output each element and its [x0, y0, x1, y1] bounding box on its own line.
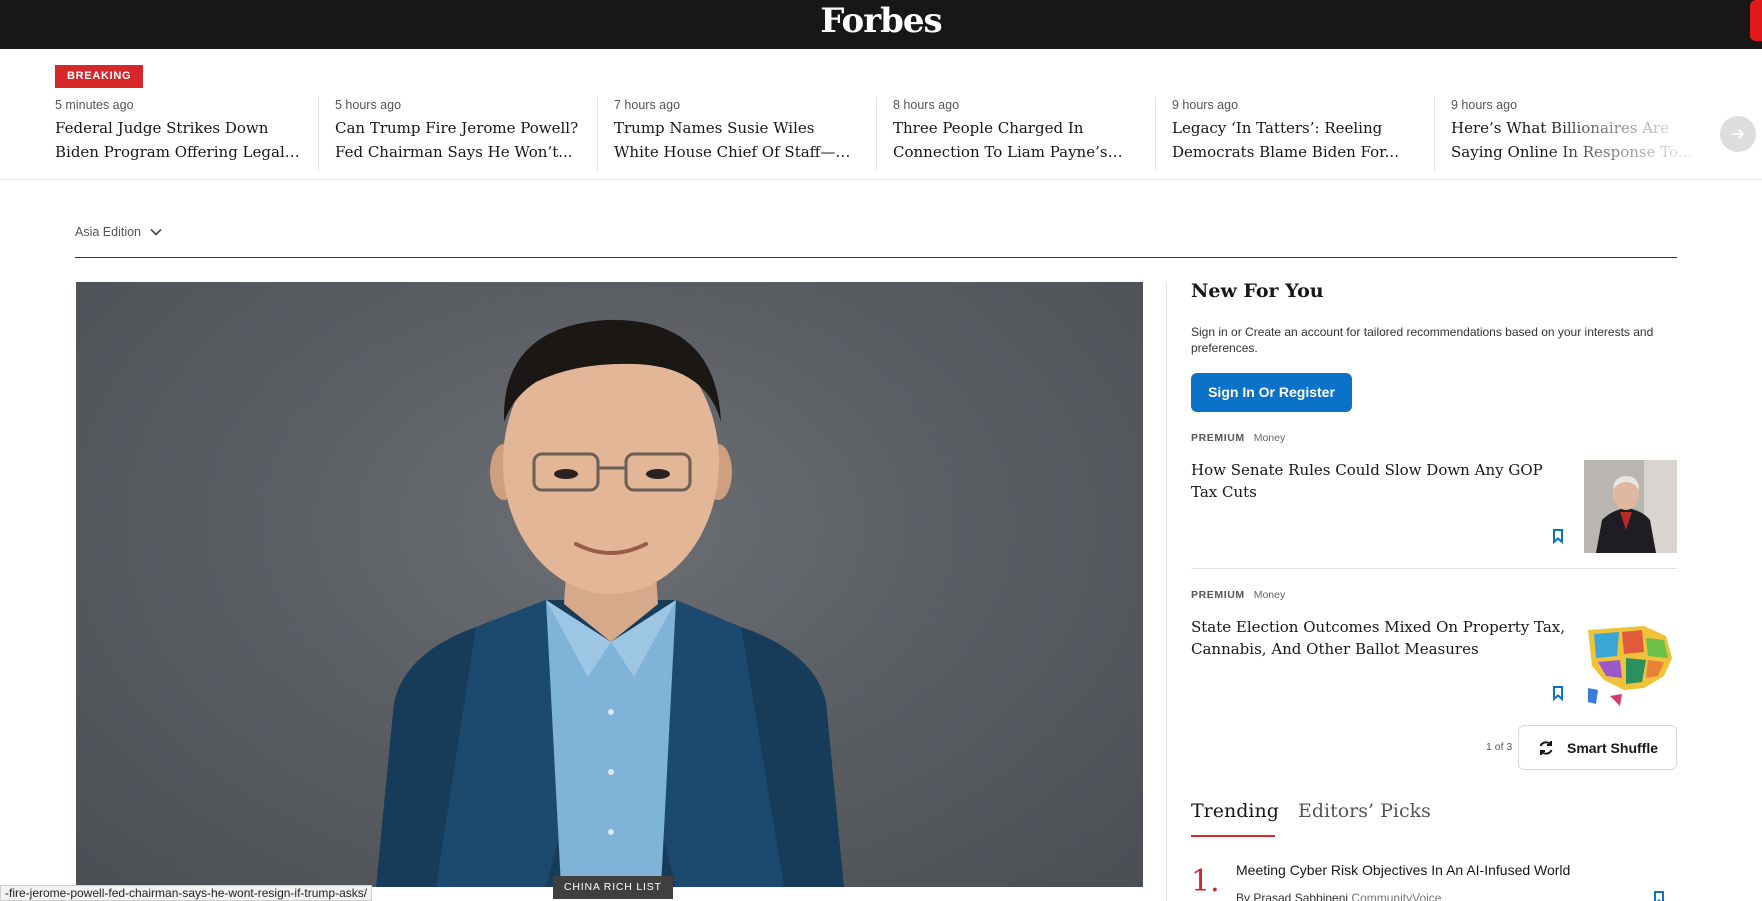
edition-selector[interactable]: Asia Edition — [75, 225, 163, 239]
edition-divider — [75, 257, 1677, 258]
trending-rank: 1. — [1191, 864, 1220, 899]
ticker-time: 7 hours ago — [614, 98, 681, 112]
recommendation-card[interactable]: PREMIUM Money How Senate Rules Could Slo… — [1191, 431, 1677, 553]
ticker-headline[interactable]: Legacy ‘In Tatters’: Reeling Democrats B… — [1172, 116, 1417, 164]
card-thumbnail[interactable] — [1584, 618, 1677, 711]
ticker-item[interactable]: 8 hours ago Three People Charged In Conn… — [876, 97, 1138, 171]
active-tab-indicator — [1191, 835, 1275, 837]
category-label[interactable]: Money — [1254, 589, 1286, 601]
sidebar-divider — [1166, 282, 1167, 901]
smart-shuffle-label: Smart Shuffle — [1566, 739, 1658, 756]
card-meta: PREMIUM Money — [1191, 431, 1677, 445]
ticker-item[interactable]: 7 hours ago Trump Names Susie Wiles Whit… — [597, 97, 859, 171]
chevron-down-icon — [150, 228, 162, 236]
card-title[interactable]: State Election Outcomes Mixed On Propert… — [1191, 616, 1571, 660]
card-meta: PREMIUM Money — [1191, 588, 1677, 602]
hero-image[interactable] — [76, 282, 1143, 887]
new-for-you-description: Sign in or Create an account for tailore… — [1191, 325, 1654, 355]
bookmark-icon[interactable] — [1652, 890, 1666, 901]
category-label[interactable]: Money — [1254, 432, 1286, 444]
ticker-item[interactable]: 9 hours ago Legacy ‘In Tatters’: Reeling… — [1155, 97, 1417, 171]
trending-author[interactable]: By Prasad Sabbineni — [1236, 891, 1348, 901]
premium-label: PREMIUM — [1191, 432, 1245, 444]
pager-text: 1 of 3 — [1486, 741, 1513, 753]
contributor-label: CommunityVoice — [1351, 891, 1442, 901]
ticker-time: 9 hours ago — [1172, 98, 1239, 112]
ticker-time: 5 hours ago — [335, 98, 402, 112]
ticker-time: 5 minutes ago — [55, 98, 134, 112]
ticker-item[interactable]: 5 hours ago Can Trump Fire Jerome Powell… — [318, 97, 580, 171]
bookmark-icon[interactable] — [1551, 685, 1565, 702]
ticker-next-button[interactable] — [1720, 116, 1756, 152]
premium-label: PREMIUM — [1191, 589, 1245, 601]
portrait-illustration — [376, 319, 844, 887]
sign-in-button[interactable]: Sign In Or Register — [1191, 373, 1352, 412]
ticker-headline[interactable]: Trump Names Susie Wiles White House Chie… — [614, 116, 859, 164]
edition-label: Asia Edition — [75, 225, 142, 239]
trending-title[interactable]: Meeting Cyber Risk Objectives In An AI-I… — [1236, 862, 1570, 878]
hero-category-tag[interactable]: CHINA RICH LIST — [553, 876, 673, 899]
ticker-headline[interactable]: Federal Judge Strikes Down Biden Program… — [55, 116, 300, 164]
tab-trending[interactable]: Trending — [1191, 800, 1279, 822]
status-bar-url: -fire-jerome-powell-fed-chairman-says-he… — [0, 885, 373, 901]
arrow-right-icon — [1731, 129, 1744, 139]
ticker-headline[interactable]: Can Trump Fire Jerome Powell? Fed Chairm… — [335, 116, 580, 164]
tab-editors-picks[interactable]: Editors’ Picks — [1298, 800, 1431, 822]
card-divider — [1191, 568, 1677, 569]
bookmark-icon[interactable] — [1551, 528, 1565, 545]
top-nav-bar: Forbes — [0, 0, 1762, 49]
card-thumbnail[interactable] — [1584, 460, 1677, 553]
recommendation-card[interactable]: PREMIUM Money State Election Outcomes Mi… — [1191, 588, 1677, 711]
ticker-item[interactable]: 5 minutes ago Federal Judge Strikes Down… — [55, 97, 317, 171]
smart-shuffle-button[interactable]: Smart Shuffle — [1518, 725, 1677, 770]
ticker-time: 8 hours ago — [893, 98, 960, 112]
card-title[interactable]: How Senate Rules Could Slow Down Any GOP… — [1191, 459, 1571, 503]
trending-byline: By Prasad Sabbineni CommunityVoice — [1236, 891, 1441, 901]
breaking-news-ticker: BREAKING 5 minutes ago Federal Judge Str… — [0, 49, 1762, 180]
new-for-you-title: New For You — [1191, 280, 1324, 302]
subscribe-button-edge[interactable] — [1750, 0, 1762, 41]
forbes-logo[interactable]: Forbes — [0, 0, 1762, 42]
ticker-headline[interactable]: Three People Charged In Connection To Li… — [893, 116, 1138, 164]
refresh-icon — [1539, 740, 1553, 755]
breaking-badge: BREAKING — [55, 65, 144, 88]
